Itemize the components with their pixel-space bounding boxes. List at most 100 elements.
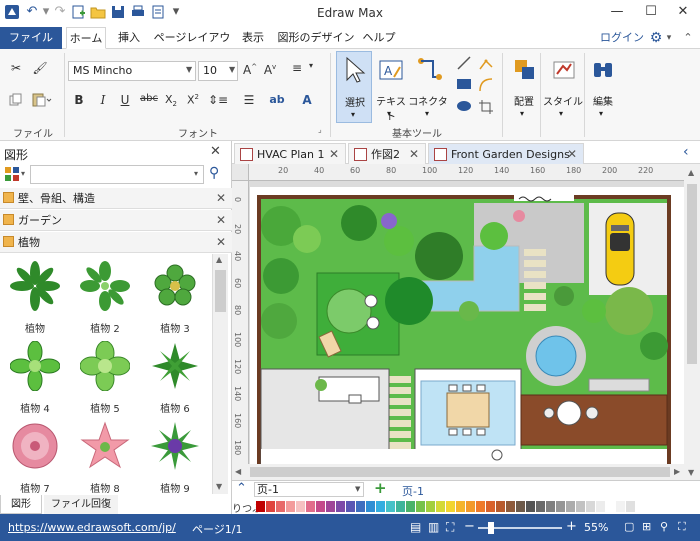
close-category-icon[interactable]: ✕ (216, 210, 226, 231)
library-menu-icon[interactable] (4, 166, 20, 182)
ellipse-tool-icon[interactable] (456, 99, 472, 116)
add-page-icon[interactable]: + (374, 479, 387, 497)
tab-help[interactable]: ヘルプ (360, 27, 398, 49)
scroll-down-icon[interactable]: ▼ (216, 482, 222, 491)
color-swatch[interactable] (256, 501, 265, 512)
page-selector[interactable]: 页-1 (254, 482, 364, 497)
vertical-scrollbar[interactable]: ▲ ▼ (684, 164, 700, 480)
line-spacing-icon[interactable]: ⇕≡ (208, 93, 228, 107)
color-swatch[interactable] (386, 501, 395, 512)
tab-page-layout[interactable]: ページレイアウト (152, 27, 232, 66)
scroll-up-icon[interactable]: ▲ (688, 168, 694, 177)
tab-insert[interactable]: 挿入 (110, 27, 148, 49)
shape-plant-7[interactable]: 植物 7 (0, 417, 70, 495)
scroll-left-icon[interactable]: ◀ (235, 467, 241, 476)
close-category-icon[interactable]: ✕ (216, 188, 226, 209)
scroll-up-icon[interactable]: ▲ (216, 255, 222, 264)
tab-shape-design[interactable]: 図形のデザイン (276, 27, 356, 49)
collapse-ribbon-icon[interactable]: ⌃ (680, 27, 696, 49)
maximize-icon[interactable]: ☐ (634, 0, 668, 24)
color-swatch[interactable] (336, 501, 345, 512)
chevron-down-icon[interactable]: ▼ (186, 65, 192, 74)
canvas-area[interactable] (249, 181, 684, 464)
color-swatch[interactable] (346, 501, 355, 512)
scroll-right-icon[interactable]: ▶ (674, 467, 680, 476)
rectangle-tool-icon[interactable] (456, 77, 472, 94)
chevron-down-icon[interactable]: ▼ (229, 65, 235, 74)
close-category-icon[interactable]: ✕ (216, 232, 226, 253)
bullets-icon[interactable]: ☰ (240, 93, 258, 107)
page-view-icon[interactable]: ▥ (428, 520, 439, 534)
close-tab-icon[interactable]: ✕ (409, 144, 419, 165)
color-swatch[interactable] (316, 501, 325, 512)
format-painter-icon[interactable]: 🖌 (32, 61, 48, 75)
tab-file[interactable]: ファイル (0, 27, 62, 49)
zoom-slider[interactable] (478, 522, 562, 534)
close-library-icon[interactable]: ✕ (210, 144, 221, 159)
color-swatch[interactable] (606, 501, 615, 512)
select-tool-button[interactable]: 選択 ▾ (336, 51, 372, 123)
color-swatch[interactable] (596, 501, 605, 512)
color-swatch[interactable] (426, 501, 435, 512)
zoom-level[interactable]: 55% (584, 521, 608, 534)
zoom-search-icon[interactable]: ⚲ (660, 520, 668, 533)
polyline-tool-icon[interactable] (478, 55, 494, 74)
category-walls[interactable]: 壁、骨組、構造 ✕ (0, 188, 232, 209)
chevron-down-icon[interactable]: ▾ (194, 169, 198, 178)
doc-tab-front-garden[interactable]: Front Garden Designs ✕ (428, 143, 584, 164)
arrange-button[interactable]: 配置 ▾ (506, 51, 542, 123)
superscript-icon[interactable]: X2 (186, 93, 200, 107)
tab-view[interactable]: 表示 (236, 27, 270, 49)
color-swatch[interactable] (576, 501, 585, 512)
copy-icon[interactable] (8, 93, 24, 110)
font-color-icon[interactable]: A (300, 93, 314, 107)
search-icon[interactable]: ⚲ (209, 165, 219, 181)
shape-plant-1[interactable]: 植物 (0, 257, 70, 335)
color-swatch[interactable] (416, 501, 425, 512)
garden-drawing[interactable] (249, 181, 684, 464)
color-swatch[interactable] (406, 501, 415, 512)
color-swatch[interactable] (506, 501, 515, 512)
page-tab-active[interactable]: 页-1 (402, 483, 424, 499)
category-garden[interactable]: ガーデン ✕ (0, 210, 232, 231)
line-tool-icon[interactable] (456, 55, 472, 74)
connector-tool-button[interactable]: コネクタ ▾ (408, 51, 448, 123)
tab-scroll-left-icon[interactable]: ‹ (683, 144, 689, 160)
edit-button[interactable]: 編集 ▾ (586, 51, 620, 123)
color-swatch[interactable] (566, 501, 575, 512)
scrollbar-thumb[interactable] (215, 270, 226, 312)
color-swatch[interactable] (626, 501, 635, 512)
color-swatch[interactable] (286, 501, 295, 512)
library-search-input[interactable] (30, 165, 204, 184)
color-swatch[interactable] (376, 501, 385, 512)
strikethrough-icon[interactable]: abc (140, 93, 158, 104)
align-icon[interactable]: ≡ (288, 61, 306, 75)
color-swatch[interactable] (546, 501, 555, 512)
gear-dropdown-icon[interactable]: ▾ (664, 27, 674, 49)
color-swatch[interactable] (366, 501, 375, 512)
category-plants[interactable]: 植物 ✕ (0, 232, 232, 253)
color-swatch[interactable] (616, 501, 625, 512)
color-swatch[interactable] (496, 501, 505, 512)
doc-tab-drawing2[interactable]: 作図2 ✕ (348, 143, 426, 164)
close-icon[interactable]: ✕ (666, 0, 700, 24)
color-swatch[interactable] (396, 501, 405, 512)
shape-plant-5[interactable]: 植物 5 (70, 337, 140, 415)
shape-plant-8[interactable]: 植物 8 (70, 417, 140, 495)
shape-plant-9[interactable]: 植物 9 (140, 417, 210, 495)
curve-tool-icon[interactable] (478, 77, 494, 96)
italic-icon[interactable]: I (96, 93, 110, 107)
library-scrollbar[interactable]: ▲ ▼ (212, 254, 228, 494)
minimize-icon[interactable]: — (600, 0, 634, 24)
shrink-font-icon[interactable]: Av (263, 63, 277, 77)
close-tab-icon[interactable]: ✕ (329, 144, 339, 165)
color-swatch[interactable] (536, 501, 545, 512)
font-name-select[interactable]: MS Mincho (68, 61, 196, 81)
bold-icon[interactable]: B (72, 93, 86, 107)
color-swatch[interactable] (266, 501, 275, 512)
gear-icon[interactable]: ⚙ (648, 27, 664, 49)
color-swatch[interactable] (586, 501, 595, 512)
align-dropdown-icon[interactable]: ▾ (306, 61, 316, 70)
presentation-icon[interactable]: ⛶ (446, 520, 454, 535)
shape-plant-3[interactable]: 植物 3 (140, 257, 210, 335)
